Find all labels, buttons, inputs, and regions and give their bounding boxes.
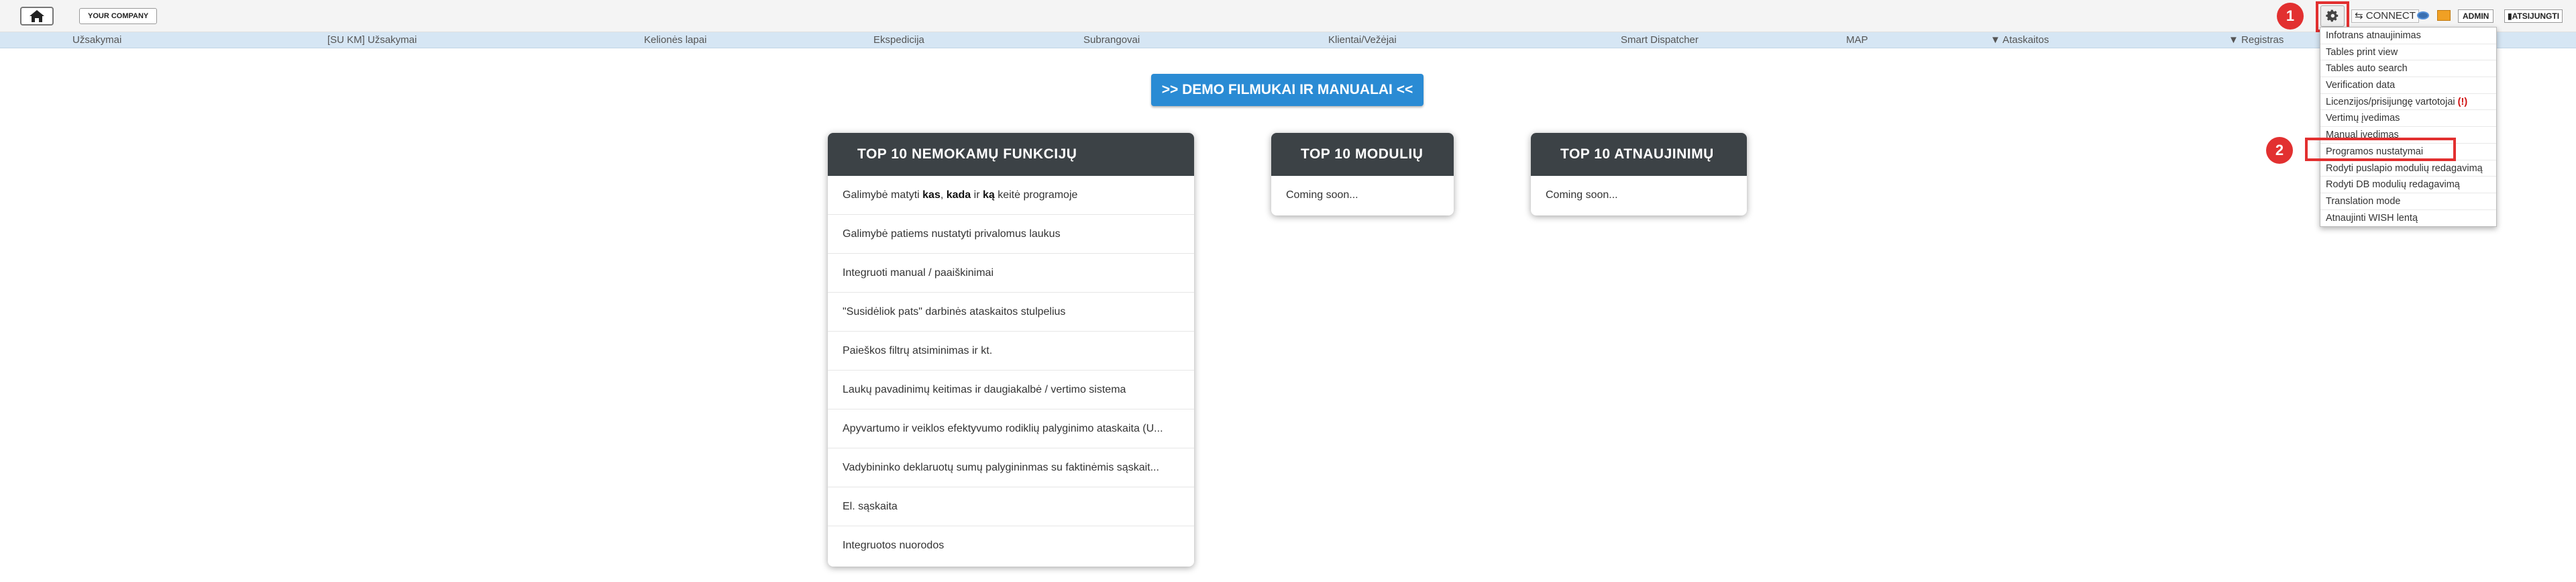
nav-item-ekspedicija[interactable]: Ekspedicija — [873, 32, 924, 48]
mail-icon[interactable] — [2437, 10, 2451, 21]
top-updates-card: TOP 10 ATNAUJINIMŲ Coming soon... — [1531, 133, 1747, 215]
nav-item-ataskaitos[interactable]: ▼ Ataskaitos — [1990, 32, 2049, 48]
nav-item-subrangovai[interactable]: Subrangovai — [1083, 32, 1140, 48]
home-button[interactable] — [20, 7, 54, 26]
function-item[interactable]: Vadybininko deklaruotų sumų palygininmas… — [828, 448, 1194, 487]
menu-item-infotrans-update[interactable]: Infotrans atnaujinimas — [2320, 28, 2496, 44]
menu-item-db-module-edit[interactable]: Rodyti DB modulių redagavimą — [2320, 177, 2496, 193]
function-item[interactable]: El. sąskaita — [828, 487, 1194, 526]
function-item[interactable]: Integruoti manual / paaiškinimai — [828, 254, 1194, 293]
demo-manuals-button[interactable]: >> DEMO FILMUKAI IR MANUALAI << — [1151, 74, 1424, 106]
nav-item-kelionės-lapai[interactable]: Kelionės lapai — [644, 32, 706, 48]
logout-button[interactable]: ▮ATSIJUNGTI — [2504, 9, 2563, 23]
menu-item-licenses[interactable]: Licenzijos/prisijungę vartotojai (!) — [2320, 94, 2496, 111]
function-item[interactable]: "Susidėliok pats" darbinės ataskaitos st… — [828, 293, 1194, 332]
menu-item-translation-mode[interactable]: Translation mode — [2320, 193, 2496, 210]
admin-button[interactable]: ADMIN — [2458, 9, 2494, 23]
step-badge-2: 2 — [2266, 137, 2293, 164]
main-nav: Užsakymai [SU KM] Užsakymai Kelionės lap… — [0, 32, 2576, 48]
nav-item-klientai-vezejai[interactable]: Klientai/Vežėjai — [1328, 32, 1397, 48]
coming-soon-text: Coming soon... — [1546, 189, 1618, 201]
warning-mark: (!) — [2457, 96, 2468, 107]
nav-item-uzsakymai[interactable]: Užsakymai — [72, 32, 121, 48]
nav-item-map[interactable]: MAP — [1846, 32, 1868, 48]
card-title: TOP 10 ATNAUJINIMŲ — [1531, 133, 1747, 176]
step-badge-1: 1 — [2277, 3, 2304, 30]
function-item[interactable]: Integruotos nuorodos — [828, 526, 1194, 565]
top-functions-card: TOP 10 NEMOKAMŲ FUNKCIJŲ Galimybė matyti… — [828, 133, 1194, 567]
connect-button[interactable]: ⇆ CONNECT — [2351, 9, 2419, 23]
nav-item-registras[interactable]: ▼ Registras — [2229, 32, 2284, 48]
card-title: TOP 10 NEMOKAMŲ FUNKCIJŲ — [828, 133, 1194, 176]
menu-item-verification-data[interactable]: Verification data — [2320, 77, 2496, 94]
menu-item-translations[interactable]: Vertimų įvedimas — [2320, 110, 2496, 128]
menu-item-update-wish-board[interactable]: Atnaujinti WISH lentą — [2320, 210, 2496, 227]
settings-dropdown-menu: Infotrans atnaujinimas Tables print view… — [2320, 27, 2497, 227]
function-item[interactable]: Galimybė matyti kas, kada ir ką keitė pr… — [828, 176, 1194, 215]
function-item[interactable]: Paieškos filtrų atsiminimas ir kt. — [828, 332, 1194, 371]
menu-item-page-module-edit[interactable]: Rodyti puslapio modulių redagavimą — [2320, 160, 2496, 177]
card-title: TOP 10 MODULIŲ — [1271, 133, 1454, 176]
function-item[interactable]: Laukų pavadinimų keitimas ir daugiakalbė… — [828, 371, 1194, 409]
program-settings-highlight-box — [2305, 138, 2456, 161]
menu-item-tables-auto-search[interactable]: Tables auto search — [2320, 60, 2496, 78]
menu-item-tables-print-view[interactable]: Tables print view — [2320, 44, 2496, 61]
top-bar — [0, 0, 2576, 32]
coming-soon-text: Coming soon... — [1286, 189, 1358, 201]
eye-icon[interactable] — [2417, 11, 2429, 19]
nav-item-su-km-uzsakymai[interactable]: [SU KM] Užsakymai — [327, 32, 417, 48]
nav-item-smart-dispatcher[interactable]: Smart Dispatcher — [1621, 32, 1699, 48]
home-icon — [30, 10, 44, 22]
company-button[interactable]: YOUR COMPANY — [79, 8, 158, 24]
function-item[interactable]: Galimybė patiems nustatyti privalomus la… — [828, 215, 1194, 254]
function-item[interactable]: Apyvartumo ir veiklos efektyvumo rodikli… — [828, 409, 1194, 448]
top-modules-card: TOP 10 MODULIŲ Coming soon... — [1271, 133, 1454, 215]
